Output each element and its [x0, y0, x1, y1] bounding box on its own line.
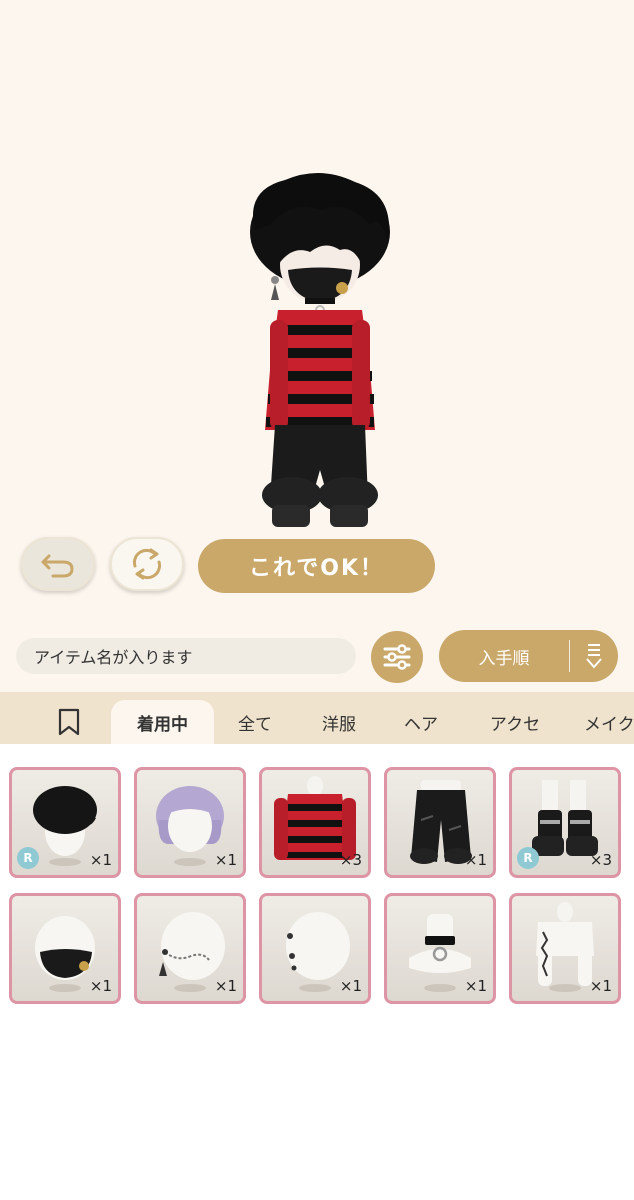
search-input[interactable]: アイテム名が入ります	[16, 638, 356, 674]
item-card[interactable]: ×1	[384, 893, 496, 1004]
item-card[interactable]: ×1	[134, 893, 246, 1004]
item-card[interactable]: ×3	[259, 767, 371, 878]
item-card[interactable]: ×1	[134, 767, 246, 878]
category-tabs: 着用中 全て 洋服 ヘア アクセ メイク	[0, 692, 634, 744]
item-count: ×1	[464, 977, 487, 995]
item-count: ×3	[589, 851, 612, 869]
item-count: ×1	[214, 977, 237, 995]
item-count: ×1	[589, 977, 612, 995]
item-card[interactable]: ×1	[259, 893, 371, 1004]
item-card[interactable]: ×1	[384, 767, 496, 878]
bookmark-icon	[58, 708, 80, 736]
item-count: ×3	[339, 851, 362, 869]
sort-label: 入手順	[478, 648, 530, 669]
sort-order-icon	[570, 642, 618, 670]
rarity-badge: R	[17, 847, 39, 869]
tab-clothes[interactable]: 洋服	[306, 700, 372, 744]
refresh-icon	[132, 548, 162, 580]
sliders-icon	[383, 644, 411, 670]
avatar-stage: これでOK！ アイテム名が入ります 入手順	[0, 0, 634, 692]
bookmark-tab[interactable]	[52, 700, 86, 744]
rarity-badge: R	[517, 847, 539, 869]
item-count: ×1	[89, 851, 112, 869]
reset-button[interactable]	[110, 537, 184, 591]
sort-button[interactable]: 入手順	[439, 630, 618, 682]
item-card[interactable]: R ×1	[9, 767, 121, 878]
ok-button[interactable]: これでOK！	[198, 539, 435, 593]
tab-hair[interactable]: ヘア	[390, 700, 452, 744]
filter-button[interactable]	[371, 631, 423, 683]
undo-button[interactable]	[21, 537, 95, 591]
sort-divider	[569, 640, 570, 672]
tab-wearing[interactable]: 着用中	[111, 700, 214, 744]
tab-all[interactable]: 全て	[224, 700, 286, 744]
item-count: ×1	[89, 977, 112, 995]
item-card[interactable]: R ×3	[509, 767, 621, 878]
item-count: ×1	[339, 977, 362, 995]
item-grid: R ×1 ×1 ×3 ×1 R ×3 ×1 ×1 ×1 ×1 ×1	[0, 744, 634, 1200]
item-card[interactable]: ×1	[509, 893, 621, 1004]
item-count: ×1	[214, 851, 237, 869]
undo-icon	[41, 554, 74, 578]
item-count: ×1	[464, 851, 487, 869]
avatar-preview	[250, 172, 390, 527]
item-card[interactable]: ×1	[9, 893, 121, 1004]
tab-accessories[interactable]: アクセ	[472, 700, 558, 744]
tab-makeup[interactable]: メイク	[584, 700, 634, 744]
